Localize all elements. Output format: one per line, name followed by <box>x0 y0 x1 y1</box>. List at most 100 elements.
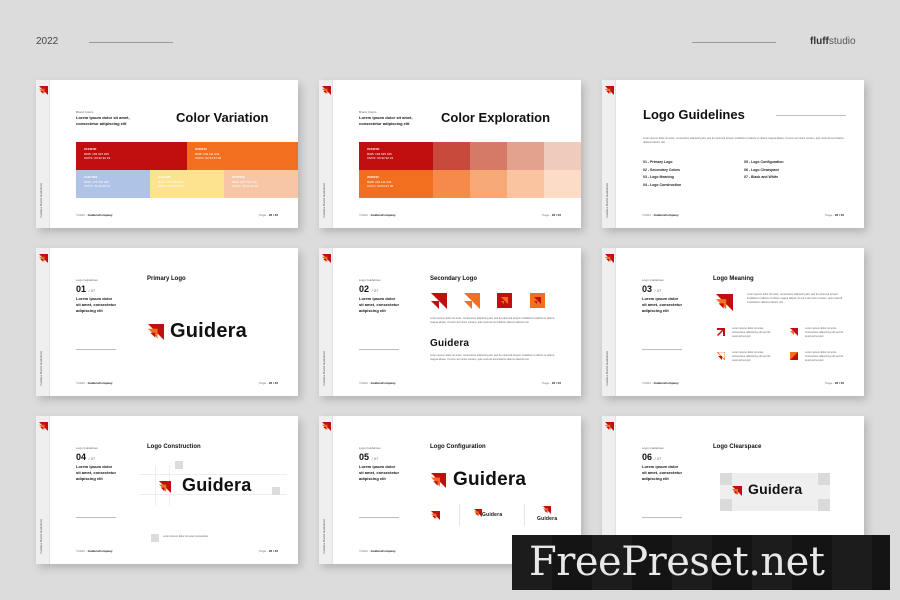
slide-logo-meaning[interactable]: Guidera Brand Guidelines Logo Guidelines… <box>602 248 864 396</box>
section-title: Secondary Logo <box>430 276 478 282</box>
guide-line <box>155 466 156 506</box>
divider <box>459 504 460 526</box>
tint-swatch <box>544 142 581 170</box>
section-rule <box>359 517 399 518</box>
brand-bold: fluff <box>810 36 829 47</box>
lede: Lorem ipsum dolor sit amet, consectetur … <box>642 296 683 313</box>
meaning-item-desc: Lorem ipsum dolor sit amet, consectetur … <box>805 327 844 338</box>
eyebrow: Logo Guidelines <box>642 278 664 282</box>
eyebrow: Brand Colors <box>359 110 377 114</box>
spine-text: Guidera Brand Guidelines <box>39 519 43 554</box>
tint-swatch <box>470 170 507 198</box>
section-rule <box>642 349 682 350</box>
eyebrow: Logo Guidelines <box>642 446 664 450</box>
brand-wordmark-stacked: Guidera <box>537 516 558 522</box>
brand-wordmark: Guidera <box>430 338 470 349</box>
meaning-item-desc: Lorem ipsum dolor sit amet, consectetur … <box>732 351 771 362</box>
slide-color-exploration[interactable]: Guidera Brand Guidelines Brand Colors Lo… <box>319 80 581 228</box>
logo-mark-icon <box>543 506 551 514</box>
section-rule <box>642 517 682 518</box>
swatch-peach: #F7C6A6 RGB: 247 198 166 CMYK: 00 20 33 … <box>224 170 298 198</box>
logo-mark-orange-square-icon <box>530 293 545 308</box>
footer-left: ©2022 - GuideraCompany <box>359 213 396 217</box>
logo-mark-icon <box>431 511 440 520</box>
section-number: 01 / 07 <box>76 284 96 294</box>
toc-item[interactable]: 01 - Primary Logo <box>643 160 673 164</box>
wordmark-desc: Lorem ipsum dolor sit amet, consectetur … <box>430 354 555 361</box>
intro-text: Lorem ipsum dolor sit amet, consectetur … <box>643 137 844 144</box>
spine-text: Guidera Brand Guidelines <box>322 519 326 554</box>
toc-item[interactable]: 05 - Logo Configuration <box>744 160 783 164</box>
footer-left: ©2022 - GuideraCompany <box>359 549 396 553</box>
spine-text: Guidera Brand Guidelines <box>605 351 609 386</box>
slide-primary-logo[interactable]: Guidera Brand Guidelines Logo Guidelines… <box>36 248 298 396</box>
clearspace-block <box>720 473 732 485</box>
toc-item[interactable]: 06 - Logo Clearspace <box>744 168 779 172</box>
spine-text: Guidera Brand Guidelines <box>605 183 609 218</box>
brand-wordmark: Guidera <box>170 320 247 342</box>
triangle-icon <box>790 328 798 336</box>
lede: Lorem ipsum dolor sit amet, consectetur … <box>76 115 130 126</box>
logo-mark-icon <box>39 254 48 263</box>
section-rule <box>76 517 116 518</box>
section-number: 04 / 07 <box>76 452 96 462</box>
header-year: 2022 <box>36 36 59 47</box>
lede: Lorem ipsum dolor sit amet, consectetur … <box>359 115 413 126</box>
section-title: Logo Construction <box>147 444 201 450</box>
slide-logo-construction[interactable]: Guidera Brand Guidelines Logo Guidelines… <box>36 416 298 564</box>
logo-mark-red-square-icon <box>497 293 512 308</box>
arrow-icon <box>717 328 725 336</box>
footer-right: Page - 26 / 46 <box>259 381 278 385</box>
eyebrow: Brand Colors <box>76 110 94 114</box>
section-title: Logo Meaning <box>713 276 754 282</box>
brand-wordmark: Guidera <box>453 469 527 490</box>
meaning-desc: Lorem ipsum dolor sit amet, consectetur … <box>747 293 843 304</box>
logo-mark-icon <box>322 422 331 431</box>
square-mark-icon <box>790 352 798 360</box>
slide-title: Color Variation <box>176 110 269 125</box>
swatch-cmyk: CMYK: 00 20 33 03 <box>232 184 259 188</box>
toc-item[interactable]: 07 - Black and White <box>744 175 778 179</box>
swatch-cmyk: CMYK: 00 11 43 01 <box>158 184 184 188</box>
clearspace-block <box>175 461 183 469</box>
brand-wordmark: Guidera <box>748 481 803 497</box>
outline-arrow-icon <box>717 352 725 360</box>
swatch-red: #C10F0F RGB: 193 015 015 CMYK: 00 92 92 … <box>359 142 433 170</box>
title-rule <box>776 115 846 116</box>
slide-secondary-logo[interactable]: Guidera Brand Guidelines Logo Guidelines… <box>319 248 581 396</box>
section-number: 03 / 07 <box>642 284 662 294</box>
meaning-item-desc: Lorem ipsum dolor sit amet, consectetur … <box>805 351 844 362</box>
logo-mark-icon <box>39 86 48 95</box>
tint-swatch <box>433 142 470 170</box>
eyebrow: Logo Guidelines <box>76 446 98 450</box>
slide-title: Color Exploration <box>441 110 551 125</box>
clearspace-block <box>818 473 830 485</box>
footer-left: ©2022 - GuideraCompany <box>76 549 113 553</box>
clearspace-block <box>818 499 830 511</box>
section-number: 06 / 07 <box>642 452 662 462</box>
toc-item[interactable]: 04 - Logo Construction <box>643 183 681 187</box>
footer-right: Page - 26 / 46 <box>542 213 561 217</box>
legend-swatch <box>151 534 159 542</box>
toc-item[interactable]: 03 - Logo Meaning <box>643 175 674 179</box>
tint-swatch <box>507 170 544 198</box>
swatch-cmyk: CMYK: 00 92 92 24 <box>84 156 111 160</box>
tint-swatch <box>470 142 507 170</box>
swatch-red: #C10F0F RGB: 193 015 015 CMYK: 00 92 92 … <box>76 142 187 170</box>
logo-mark-icon <box>605 422 614 431</box>
footer-right: Page - 26 / 46 <box>259 549 278 553</box>
toc-item[interactable]: 02 - Secondary Colors <box>643 168 680 172</box>
footer-right: Page - 26 / 46 <box>259 213 278 217</box>
secondary-desc: Lorem ipsum dolor sit amet, consectetur … <box>430 317 555 324</box>
logo-mark-icon <box>605 86 614 95</box>
swatch-cmyk: CMYK: 24 15 00 10 <box>84 184 111 188</box>
header-rule-left <box>89 42 173 43</box>
spine-text: Guidera Brand Guidelines <box>39 183 43 218</box>
slide-logo-guidelines[interactable]: Guidera Brand Guidelines Logo Guidelines… <box>602 80 864 228</box>
brand-wordmark-small: Guidera <box>482 512 503 518</box>
slide-color-variation[interactable]: Guidera Brand Guidelines Brand Colors Lo… <box>36 80 298 228</box>
swatch-blue: #AEC3E6 RGB: 174 195 230 CMYK: 24 15 00 … <box>76 170 150 198</box>
spine-text: Guidera Brand Guidelines <box>39 351 43 386</box>
footer-right: Page - 26 / 46 <box>542 381 561 385</box>
logo-mark-red-icon <box>431 293 447 309</box>
